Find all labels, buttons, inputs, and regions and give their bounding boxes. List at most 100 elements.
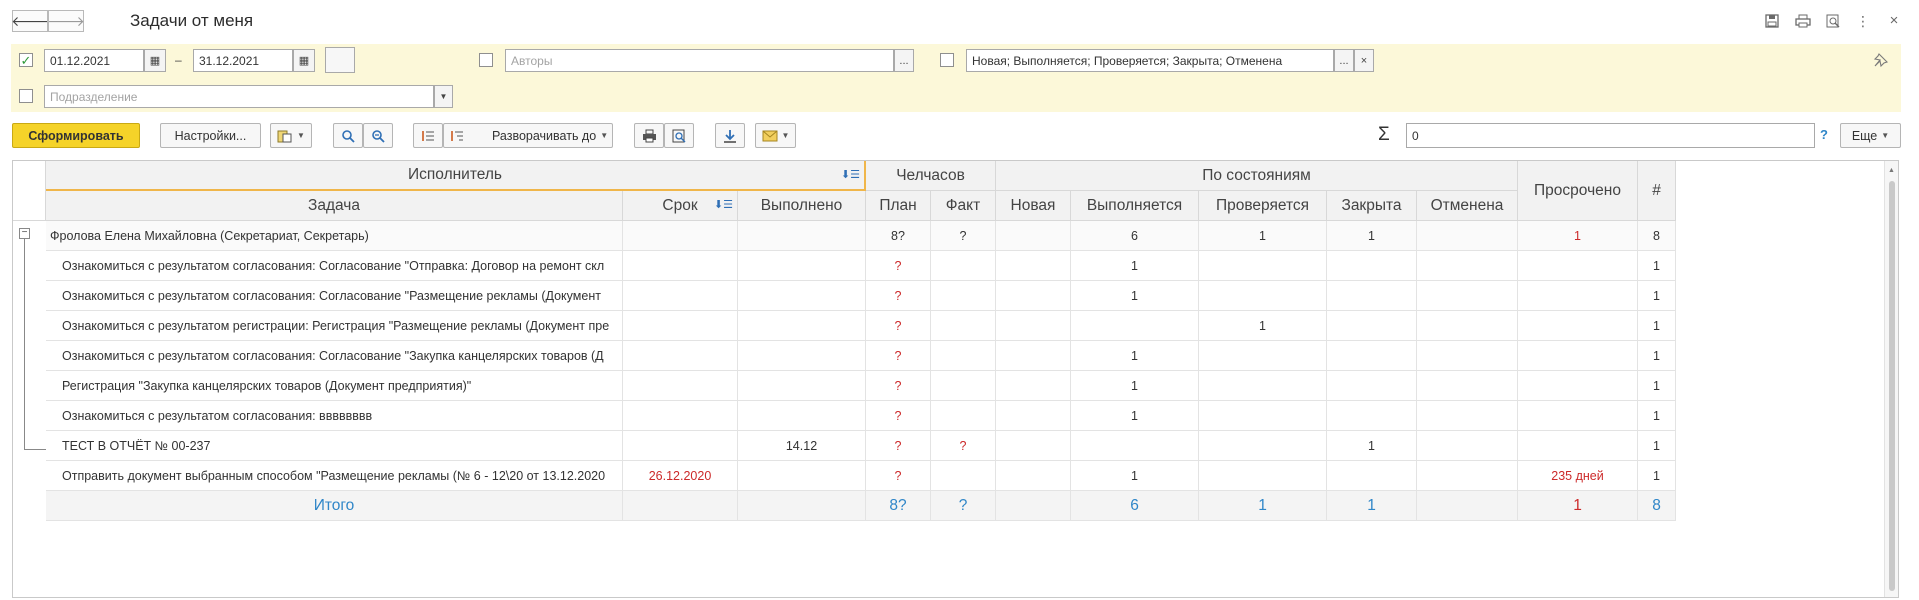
header-executor[interactable]: Исполнитель ⬇☰ xyxy=(46,161,866,191)
table-row-7-fact[interactable]: ? xyxy=(931,431,996,461)
table-row-5-done[interactable] xyxy=(738,371,866,401)
group-cell-count[interactable]: 8 xyxy=(1638,221,1676,251)
table-row-8-deadline[interactable]: 26.12.2020 xyxy=(623,461,738,491)
settings-button[interactable]: Настройки... xyxy=(160,123,261,148)
table-row-1-overdue[interactable] xyxy=(1518,251,1638,281)
period-select-button[interactable] xyxy=(325,47,355,73)
preview-icon[interactable] xyxy=(1823,11,1843,31)
table-row-3-plan[interactable]: ? xyxy=(866,311,931,341)
table-row-4-in-progress[interactable]: 1 xyxy=(1071,341,1199,371)
back-button[interactable]: 🡐 xyxy=(11,10,49,32)
header-deadline[interactable]: Срок ⬇☰ xyxy=(623,191,738,221)
authors-field[interactable]: Авторы xyxy=(505,49,894,72)
group-cell-new[interactable] xyxy=(996,221,1071,251)
table-row-6-closed[interactable] xyxy=(1327,401,1417,431)
table-row-7-in-progress[interactable] xyxy=(1071,431,1199,461)
table-row-7-cancelled[interactable] xyxy=(1417,431,1518,461)
table-row-8-cancelled[interactable] xyxy=(1417,461,1518,491)
table-row-3-in-progress[interactable] xyxy=(1071,311,1199,341)
header-fact[interactable]: Факт xyxy=(931,191,996,221)
table-row-1-closed[interactable] xyxy=(1327,251,1417,281)
department-checkbox[interactable] xyxy=(19,89,33,103)
table-row-2-done[interactable] xyxy=(738,281,866,311)
table-row-8-done[interactable] xyxy=(738,461,866,491)
table-row-3-new[interactable] xyxy=(996,311,1071,341)
states-field[interactable]: Новая; Выполняется; Проверяется; Закрыта… xyxy=(966,49,1334,72)
group-cell-cancelled[interactable] xyxy=(1417,221,1518,251)
sum-field[interactable]: 0 xyxy=(1406,123,1815,148)
collapse-all-button[interactable] xyxy=(413,123,443,148)
table-row-8-task[interactable]: Отправить документ выбранным способом "Р… xyxy=(46,461,623,491)
date-from-calendar-button[interactable]: ▦ xyxy=(144,49,166,72)
table-row-4-cancelled[interactable] xyxy=(1417,341,1518,371)
table-row-7-deadline[interactable] xyxy=(623,431,738,461)
send-mail-button[interactable]: ▼ xyxy=(755,123,796,148)
table-row-2-task[interactable]: Ознакомиться с результатом согласования:… xyxy=(46,281,623,311)
department-dropdown-button[interactable]: ▼ xyxy=(434,85,453,108)
table-row-2-closed[interactable] xyxy=(1327,281,1417,311)
table-row-5-fact[interactable] xyxy=(931,371,996,401)
table-row-2-new[interactable] xyxy=(996,281,1071,311)
table-row-4-new[interactable] xyxy=(996,341,1071,371)
table-row-7-checking[interactable] xyxy=(1199,431,1327,461)
table-row-8-overdue[interactable]: 235 дней xyxy=(1518,461,1638,491)
table-row-8-plan[interactable]: ? xyxy=(866,461,931,491)
table-row-6-deadline[interactable] xyxy=(623,401,738,431)
table-row-3-task[interactable]: Ознакомиться с результатом регистрации: … xyxy=(46,311,623,341)
table-row-2-deadline[interactable] xyxy=(623,281,738,311)
table-row-1-count[interactable]: 1 xyxy=(1638,251,1676,281)
print-button[interactable] xyxy=(634,123,664,148)
department-field[interactable]: Подразделение xyxy=(44,85,434,108)
table-row-6-fact[interactable] xyxy=(931,401,996,431)
help-icon[interactable]: ? xyxy=(1820,127,1828,142)
table-row-1-in-progress[interactable]: 1 xyxy=(1071,251,1199,281)
table-row-8-closed[interactable] xyxy=(1327,461,1417,491)
vertical-scrollbar[interactable]: ▲ xyxy=(1884,161,1898,597)
header-task[interactable]: Задача xyxy=(46,191,623,221)
table-row-2-overdue[interactable] xyxy=(1518,281,1638,311)
table-row-6-overdue[interactable] xyxy=(1518,401,1638,431)
table-row-5-new[interactable] xyxy=(996,371,1071,401)
table-row-5-overdue[interactable] xyxy=(1518,371,1638,401)
table-row-6-checking[interactable] xyxy=(1199,401,1327,431)
table-row-3-closed[interactable] xyxy=(1327,311,1417,341)
states-checkbox[interactable] xyxy=(940,53,954,67)
collapse-group-toggle[interactable]: − xyxy=(19,228,30,239)
table-row-8-checking[interactable] xyxy=(1199,461,1327,491)
more-button[interactable]: Еще ▼ xyxy=(1840,123,1901,148)
group-cell-deadline[interactable] xyxy=(623,221,738,251)
table-row-3-fact[interactable] xyxy=(931,311,996,341)
table-row-3-count[interactable]: 1 xyxy=(1638,311,1676,341)
table-row-2-plan[interactable]: ? xyxy=(866,281,931,311)
group-cell-task[interactable]: Фролова Елена Михайловна (Секретариат, С… xyxy=(46,221,623,251)
header-new[interactable]: Новая xyxy=(996,191,1071,221)
table-row-5-count[interactable]: 1 xyxy=(1638,371,1676,401)
print-icon[interactable] xyxy=(1793,11,1813,31)
group-cell-overdue[interactable]: 1 xyxy=(1518,221,1638,251)
group-cell-in-progress[interactable]: 6 xyxy=(1071,221,1199,251)
authors-checkbox[interactable] xyxy=(479,53,493,67)
table-row-6-new[interactable] xyxy=(996,401,1071,431)
generate-button[interactable]: Сформировать xyxy=(12,123,140,148)
group-cell-plan[interactable]: 8? xyxy=(866,221,931,251)
preview-button[interactable] xyxy=(664,123,694,148)
table-row-4-done[interactable] xyxy=(738,341,866,371)
header-closed[interactable]: Закрыта xyxy=(1327,191,1417,221)
variants-button[interactable]: ▼ xyxy=(270,123,312,148)
table-row-8-in-progress[interactable]: 1 xyxy=(1071,461,1199,491)
table-row-5-cancelled[interactable] xyxy=(1417,371,1518,401)
table-row-6-plan[interactable]: ? xyxy=(866,401,931,431)
pin-icon[interactable] xyxy=(1871,50,1891,70)
find-button[interactable] xyxy=(333,123,363,148)
date-from-field[interactable]: 01.12.2021 xyxy=(44,49,144,72)
group-cell-done[interactable] xyxy=(738,221,866,251)
table-row-5-checking[interactable] xyxy=(1199,371,1327,401)
table-row-1-deadline[interactable] xyxy=(623,251,738,281)
table-row-2-in-progress[interactable]: 1 xyxy=(1071,281,1199,311)
table-row-8-count[interactable]: 1 xyxy=(1638,461,1676,491)
table-row-4-task[interactable]: Ознакомиться с результатом согласования:… xyxy=(46,341,623,371)
table-row-6-cancelled[interactable] xyxy=(1417,401,1518,431)
table-row-2-count[interactable]: 1 xyxy=(1638,281,1676,311)
table-row-1-plan[interactable]: ? xyxy=(866,251,931,281)
table-row-1-done[interactable] xyxy=(738,251,866,281)
